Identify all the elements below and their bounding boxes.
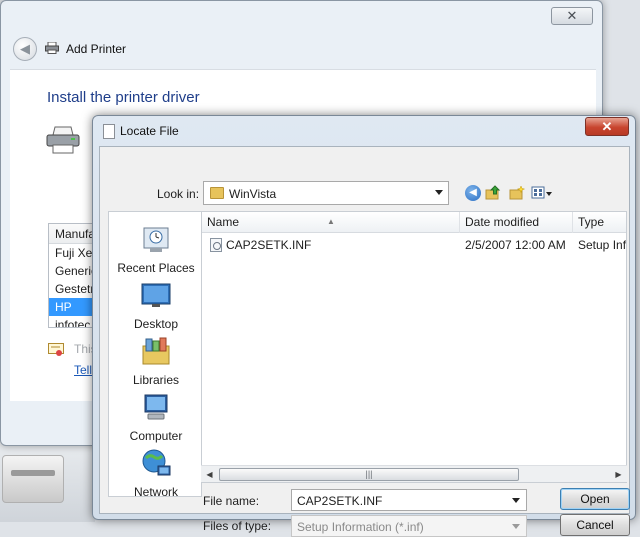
file-list[interactable]: Name ▲ Date modified Type CAP2SETK.INF 2… <box>201 211 627 483</box>
horizontal-scrollbar[interactable]: ◀ ||| ▶ <box>201 465 627 482</box>
chevron-down-icon[interactable] <box>435 190 443 195</box>
files-of-type-select[interactable]: Setup Information (*.inf) <box>291 515 527 537</box>
place-desktop[interactable]: Desktop <box>109 280 203 331</box>
column-header-label: Date modified <box>465 215 540 229</box>
cancel-button[interactable]: Cancel <box>560 514 630 536</box>
printer-large-icon <box>46 126 80 154</box>
driver-signing-link[interactable]: Tell <box>74 363 92 377</box>
look-in-dropdown[interactable]: WinVista <box>203 181 449 205</box>
wizard-title: Add Printer <box>66 42 127 56</box>
place-label: Computer <box>129 429 183 443</box>
wizard-heading: Install the printer driver <box>47 89 200 106</box>
look-in-value: WinVista <box>229 187 277 201</box>
scrollbar-thumb[interactable]: ||| <box>219 468 519 481</box>
place-label: Libraries <box>132 373 180 387</box>
place-network[interactable]: Network <box>109 448 203 499</box>
column-header-label: Type <box>578 215 605 229</box>
computer-icon <box>144 394 168 420</box>
folder-icon <box>210 187 224 199</box>
up-folder-icon[interactable] <box>485 185 501 201</box>
list-item[interactable]: Gestetner <box>49 280 97 298</box>
libraries-icon <box>142 337 170 365</box>
desktop-icon <box>141 283 171 307</box>
manufacturer-list-header[interactable]: Manufacturer <box>49 224 97 244</box>
file-name: CAP2SETK.INF <box>226 238 312 252</box>
file-name-input[interactable]: CAP2SETK.INF <box>291 489 527 511</box>
list-item[interactable]: infotec <box>49 316 97 327</box>
dialog-close-button[interactable]: ✕ <box>585 117 629 136</box>
column-header-name[interactable]: Name ▲ <box>202 212 460 233</box>
places-bar: Recent Places Desktop Libraries Computer… <box>108 211 203 499</box>
manufacturer-list[interactable]: Manufacturer Fuji Xerox Generic Gestetne… <box>48 223 98 328</box>
place-label: Desktop <box>133 317 179 331</box>
dialog-title: Locate File <box>120 124 179 138</box>
locate-file-dialog: Locate File ✕ Look in: WinVista ◀ Recent… <box>92 115 636 537</box>
printer-icon <box>45 42 59 54</box>
column-header-label: Name <box>207 215 240 229</box>
recent-places-icon <box>143 227 169 252</box>
file-name-value: CAP2SETK.INF <box>297 494 383 508</box>
column-header-date[interactable]: Date modified <box>460 212 573 233</box>
chevron-down-icon[interactable] <box>512 524 520 529</box>
document-icon <box>103 124 115 139</box>
chevron-down-icon[interactable] <box>512 498 520 503</box>
new-folder-icon[interactable] <box>509 185 525 201</box>
network-icon <box>142 449 171 476</box>
file-name-label: File name: <box>203 494 260 508</box>
setup-file-icon <box>210 238 222 252</box>
files-of-type-label: Files of type: <box>203 519 272 533</box>
scroll-right-icon[interactable]: ▶ <box>610 466 627 483</box>
list-item[interactable]: Generic <box>49 262 97 280</box>
place-computer[interactable]: Computer <box>109 392 203 443</box>
look-in-label: Look in: <box>157 187 200 201</box>
open-button[interactable]: Open <box>560 488 630 510</box>
list-item-selected[interactable]: HP <box>49 298 97 316</box>
file-type: Setup Information <box>578 238 626 252</box>
background-printer-image <box>2 455 64 503</box>
view-menu-icon[interactable] <box>531 185 553 201</box>
place-libraries[interactable]: Libraries <box>109 336 203 387</box>
certificate-icon <box>48 343 64 356</box>
dialog-content: Look in: WinVista ◀ Recent Places Deskto… <box>99 146 630 537</box>
place-label: Recent Places <box>117 261 195 275</box>
back-icon[interactable]: ◀ <box>465 185 481 201</box>
wizard-close-button[interactable]: ✕ <box>551 7 593 25</box>
sort-arrow-icon: ▲ <box>327 217 335 226</box>
scroll-left-icon[interactable]: ◀ <box>201 466 218 483</box>
list-item[interactable]: Fuji Xerox <box>49 244 97 262</box>
place-label: Network <box>133 485 178 499</box>
file-list-header: Name ▲ Date modified Type <box>202 212 626 233</box>
files-of-type-value: Setup Information (*.inf) <box>297 520 424 534</box>
place-recent-places[interactable]: Recent Places <box>109 224 203 275</box>
column-header-type[interactable]: Type <box>573 212 626 233</box>
back-arrow-icon[interactable]: ◀ <box>13 37 37 61</box>
file-row[interactable]: CAP2SETK.INF 2/5/2007 12:00 AM Setup Inf… <box>202 236 626 254</box>
file-date: 2/5/2007 12:00 AM <box>465 238 566 252</box>
